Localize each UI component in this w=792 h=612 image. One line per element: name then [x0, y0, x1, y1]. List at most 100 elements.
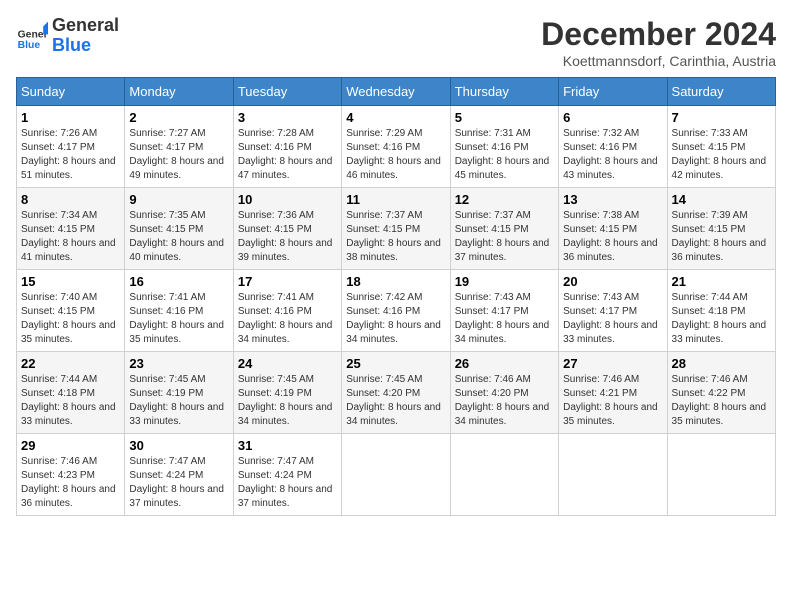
- day-info: Sunrise: 7:34 AM Sunset: 4:15 PM Dayligh…: [21, 209, 120, 265]
- calendar-cell: [450, 434, 558, 516]
- day-number: 12: [455, 192, 554, 207]
- day-info: Sunrise: 7:37 AM Sunset: 4:15 PM Dayligh…: [455, 209, 554, 265]
- calendar-cell: 17 Sunrise: 7:41 AM Sunset: 4:16 PM Dayl…: [233, 270, 341, 352]
- day-info: Sunrise: 7:45 AM Sunset: 4:19 PM Dayligh…: [238, 373, 337, 429]
- calendar-cell: 21 Sunrise: 7:44 AM Sunset: 4:18 PM Dayl…: [667, 270, 775, 352]
- day-number: 19: [455, 274, 554, 289]
- day-number: 1: [21, 110, 120, 125]
- day-number: 27: [563, 356, 662, 371]
- day-info: Sunrise: 7:29 AM Sunset: 4:16 PM Dayligh…: [346, 127, 445, 183]
- day-info: Sunrise: 7:28 AM Sunset: 4:16 PM Dayligh…: [238, 127, 337, 183]
- weekday-header-monday: Monday: [125, 78, 233, 106]
- calendar-cell: 7 Sunrise: 7:33 AM Sunset: 4:15 PM Dayli…: [667, 106, 775, 188]
- weekday-header-wednesday: Wednesday: [342, 78, 450, 106]
- day-number: 22: [21, 356, 120, 371]
- logo-icon: General Blue: [16, 20, 48, 52]
- day-info: Sunrise: 7:35 AM Sunset: 4:15 PM Dayligh…: [129, 209, 228, 265]
- day-number: 4: [346, 110, 445, 125]
- day-info: Sunrise: 7:33 AM Sunset: 4:15 PM Dayligh…: [672, 127, 771, 183]
- day-number: 9: [129, 192, 228, 207]
- calendar-cell: 30 Sunrise: 7:47 AM Sunset: 4:24 PM Dayl…: [125, 434, 233, 516]
- calendar-cell: 26 Sunrise: 7:46 AM Sunset: 4:20 PM Dayl…: [450, 352, 558, 434]
- logo-text: General Blue: [52, 16, 119, 56]
- logo: General Blue General Blue: [16, 16, 119, 56]
- day-info: Sunrise: 7:41 AM Sunset: 4:16 PM Dayligh…: [238, 291, 337, 347]
- day-number: 29: [21, 438, 120, 453]
- day-number: 24: [238, 356, 337, 371]
- calendar-cell: 8 Sunrise: 7:34 AM Sunset: 4:15 PM Dayli…: [17, 188, 125, 270]
- day-info: Sunrise: 7:44 AM Sunset: 4:18 PM Dayligh…: [21, 373, 120, 429]
- weekday-header-thursday: Thursday: [450, 78, 558, 106]
- calendar-cell: 18 Sunrise: 7:42 AM Sunset: 4:16 PM Dayl…: [342, 270, 450, 352]
- day-info: Sunrise: 7:46 AM Sunset: 4:20 PM Dayligh…: [455, 373, 554, 429]
- calendar-cell: 5 Sunrise: 7:31 AM Sunset: 4:16 PM Dayli…: [450, 106, 558, 188]
- calendar-cell: 6 Sunrise: 7:32 AM Sunset: 4:16 PM Dayli…: [559, 106, 667, 188]
- calendar-cell: 22 Sunrise: 7:44 AM Sunset: 4:18 PM Dayl…: [17, 352, 125, 434]
- day-number: 5: [455, 110, 554, 125]
- day-number: 18: [346, 274, 445, 289]
- weekday-header-row: SundayMondayTuesdayWednesdayThursdayFrid…: [17, 78, 776, 106]
- calendar-cell: 4 Sunrise: 7:29 AM Sunset: 4:16 PM Dayli…: [342, 106, 450, 188]
- day-number: 30: [129, 438, 228, 453]
- calendar-week-row: 15 Sunrise: 7:40 AM Sunset: 4:15 PM Dayl…: [17, 270, 776, 352]
- calendar-cell: 29 Sunrise: 7:46 AM Sunset: 4:23 PM Dayl…: [17, 434, 125, 516]
- calendar-cell: 3 Sunrise: 7:28 AM Sunset: 4:16 PM Dayli…: [233, 106, 341, 188]
- weekday-header-friday: Friday: [559, 78, 667, 106]
- calendar-cell: [559, 434, 667, 516]
- weekday-header-saturday: Saturday: [667, 78, 775, 106]
- day-info: Sunrise: 7:43 AM Sunset: 4:17 PM Dayligh…: [455, 291, 554, 347]
- month-title: December 2024: [541, 16, 776, 53]
- day-info: Sunrise: 7:26 AM Sunset: 4:17 PM Dayligh…: [21, 127, 120, 183]
- svg-text:Blue: Blue: [18, 40, 41, 51]
- day-number: 11: [346, 192, 445, 207]
- day-info: Sunrise: 7:32 AM Sunset: 4:16 PM Dayligh…: [563, 127, 662, 183]
- day-info: Sunrise: 7:27 AM Sunset: 4:17 PM Dayligh…: [129, 127, 228, 183]
- weekday-header-sunday: Sunday: [17, 78, 125, 106]
- day-info: Sunrise: 7:31 AM Sunset: 4:16 PM Dayligh…: [455, 127, 554, 183]
- title-block: December 2024 Koettmannsdorf, Carinthia,…: [541, 16, 776, 69]
- calendar-cell: 12 Sunrise: 7:37 AM Sunset: 4:15 PM Dayl…: [450, 188, 558, 270]
- day-info: Sunrise: 7:39 AM Sunset: 4:15 PM Dayligh…: [672, 209, 771, 265]
- day-number: 2: [129, 110, 228, 125]
- day-info: Sunrise: 7:47 AM Sunset: 4:24 PM Dayligh…: [129, 455, 228, 511]
- calendar-cell: 11 Sunrise: 7:37 AM Sunset: 4:15 PM Dayl…: [342, 188, 450, 270]
- day-number: 21: [672, 274, 771, 289]
- calendar-cell: 9 Sunrise: 7:35 AM Sunset: 4:15 PM Dayli…: [125, 188, 233, 270]
- day-info: Sunrise: 7:46 AM Sunset: 4:21 PM Dayligh…: [563, 373, 662, 429]
- weekday-header-tuesday: Tuesday: [233, 78, 341, 106]
- calendar-cell: 19 Sunrise: 7:43 AM Sunset: 4:17 PM Dayl…: [450, 270, 558, 352]
- calendar-cell: 25 Sunrise: 7:45 AM Sunset: 4:20 PM Dayl…: [342, 352, 450, 434]
- page-header: General Blue General Blue December 2024 …: [16, 16, 776, 69]
- calendar-table: SundayMondayTuesdayWednesdayThursdayFrid…: [16, 77, 776, 516]
- calendar-cell: 28 Sunrise: 7:46 AM Sunset: 4:22 PM Dayl…: [667, 352, 775, 434]
- day-info: Sunrise: 7:46 AM Sunset: 4:23 PM Dayligh…: [21, 455, 120, 511]
- day-info: Sunrise: 7:43 AM Sunset: 4:17 PM Dayligh…: [563, 291, 662, 347]
- day-number: 7: [672, 110, 771, 125]
- calendar-cell: 31 Sunrise: 7:47 AM Sunset: 4:24 PM Dayl…: [233, 434, 341, 516]
- day-info: Sunrise: 7:37 AM Sunset: 4:15 PM Dayligh…: [346, 209, 445, 265]
- day-number: 13: [563, 192, 662, 207]
- day-number: 25: [346, 356, 445, 371]
- day-number: 23: [129, 356, 228, 371]
- calendar-cell: 27 Sunrise: 7:46 AM Sunset: 4:21 PM Dayl…: [559, 352, 667, 434]
- day-number: 3: [238, 110, 337, 125]
- day-number: 17: [238, 274, 337, 289]
- day-info: Sunrise: 7:40 AM Sunset: 4:15 PM Dayligh…: [21, 291, 120, 347]
- calendar-week-row: 8 Sunrise: 7:34 AM Sunset: 4:15 PM Dayli…: [17, 188, 776, 270]
- calendar-cell: 20 Sunrise: 7:43 AM Sunset: 4:17 PM Dayl…: [559, 270, 667, 352]
- day-info: Sunrise: 7:44 AM Sunset: 4:18 PM Dayligh…: [672, 291, 771, 347]
- calendar-cell: 23 Sunrise: 7:45 AM Sunset: 4:19 PM Dayl…: [125, 352, 233, 434]
- calendar-week-row: 29 Sunrise: 7:46 AM Sunset: 4:23 PM Dayl…: [17, 434, 776, 516]
- calendar-cell: 2 Sunrise: 7:27 AM Sunset: 4:17 PM Dayli…: [125, 106, 233, 188]
- calendar-cell: [667, 434, 775, 516]
- calendar-week-row: 22 Sunrise: 7:44 AM Sunset: 4:18 PM Dayl…: [17, 352, 776, 434]
- calendar-cell: 1 Sunrise: 7:26 AM Sunset: 4:17 PM Dayli…: [17, 106, 125, 188]
- day-info: Sunrise: 7:47 AM Sunset: 4:24 PM Dayligh…: [238, 455, 337, 511]
- calendar-cell: 13 Sunrise: 7:38 AM Sunset: 4:15 PM Dayl…: [559, 188, 667, 270]
- calendar-cell: 10 Sunrise: 7:36 AM Sunset: 4:15 PM Dayl…: [233, 188, 341, 270]
- calendar-week-row: 1 Sunrise: 7:26 AM Sunset: 4:17 PM Dayli…: [17, 106, 776, 188]
- calendar-cell: 24 Sunrise: 7:45 AM Sunset: 4:19 PM Dayl…: [233, 352, 341, 434]
- location-subtitle: Koettmannsdorf, Carinthia, Austria: [541, 53, 776, 69]
- day-number: 15: [21, 274, 120, 289]
- day-info: Sunrise: 7:46 AM Sunset: 4:22 PM Dayligh…: [672, 373, 771, 429]
